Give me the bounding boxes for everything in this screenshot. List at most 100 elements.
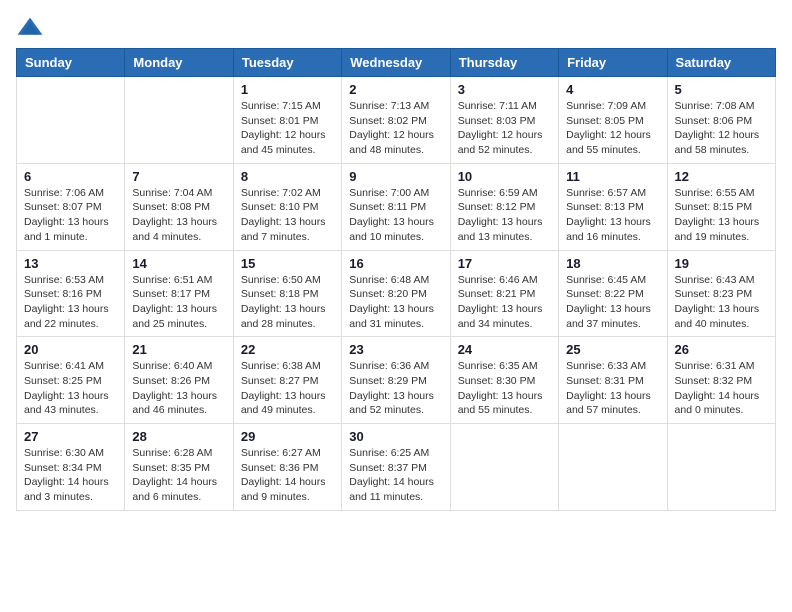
day-info: Sunrise: 7:02 AMSunset: 8:10 PMDaylight:… — [241, 186, 334, 245]
calendar-cell — [450, 424, 558, 511]
day-info: Sunrise: 6:30 AMSunset: 8:34 PMDaylight:… — [24, 446, 117, 505]
calendar-week-row: 1Sunrise: 7:15 AMSunset: 8:01 PMDaylight… — [17, 77, 776, 164]
day-info: Sunrise: 7:04 AMSunset: 8:08 PMDaylight:… — [132, 186, 225, 245]
day-number: 3 — [458, 82, 551, 97]
calendar-cell — [17, 77, 125, 164]
day-info: Sunrise: 6:36 AMSunset: 8:29 PMDaylight:… — [349, 359, 442, 418]
calendar-table: SundayMondayTuesdayWednesdayThursdayFrid… — [16, 48, 776, 511]
column-header-tuesday: Tuesday — [233, 49, 341, 77]
column-header-friday: Friday — [559, 49, 667, 77]
calendar-cell: 4 Sunrise: 7:09 AMSunset: 8:05 PMDaylight… — [559, 77, 667, 164]
day-number: 21 — [132, 342, 225, 357]
calendar-cell: 30 Sunrise: 6:25 AMSunset: 8:37 PMDayligh… — [342, 424, 450, 511]
day-number: 23 — [349, 342, 442, 357]
day-number: 13 — [24, 256, 117, 271]
calendar-cell: 26 Sunrise: 6:31 AMSunset: 8:32 PMDayligh… — [667, 337, 775, 424]
day-info: Sunrise: 6:33 AMSunset: 8:31 PMDaylight:… — [566, 359, 659, 418]
day-info: Sunrise: 6:38 AMSunset: 8:27 PMDaylight:… — [241, 359, 334, 418]
day-info: Sunrise: 6:46 AMSunset: 8:21 PMDaylight:… — [458, 273, 551, 332]
calendar-cell: 5 Sunrise: 7:08 AMSunset: 8:06 PMDaylight… — [667, 77, 775, 164]
calendar-cell — [125, 77, 233, 164]
calendar-cell: 1Sunrise: 7:15 AMSunset: 8:01 PMDaylight… — [233, 77, 341, 164]
column-header-sunday: Sunday — [17, 49, 125, 77]
calendar-cell: 24 Sunrise: 6:35 AMSunset: 8:30 PMDayligh… — [450, 337, 558, 424]
calendar-cell: 27 Sunrise: 6:30 AMSunset: 8:34 PMDayligh… — [17, 424, 125, 511]
calendar-cell: 29 Sunrise: 6:27 AMSunset: 8:36 PMDayligh… — [233, 424, 341, 511]
calendar-week-row: 20 Sunrise: 6:41 AMSunset: 8:25 PMDayligh… — [17, 337, 776, 424]
day-number: 2 — [349, 82, 442, 97]
day-info: Sunrise: 6:43 AMSunset: 8:23 PMDaylight:… — [675, 273, 768, 332]
day-info: Sunrise: 7:09 AMSunset: 8:05 PMDaylight:… — [566, 99, 659, 158]
column-header-wednesday: Wednesday — [342, 49, 450, 77]
day-info: Sunrise: 6:31 AMSunset: 8:32 PMDaylight:… — [675, 359, 768, 418]
calendar-week-row: 6 Sunrise: 7:06 AMSunset: 8:07 PMDaylight… — [17, 163, 776, 250]
calendar-cell: 19 Sunrise: 6:43 AMSunset: 8:23 PMDayligh… — [667, 250, 775, 337]
day-number: 14 — [132, 256, 225, 271]
day-info: Sunrise: 7:08 AMSunset: 8:06 PMDaylight:… — [675, 99, 768, 158]
day-number: 9 — [349, 169, 442, 184]
calendar-cell: 18 Sunrise: 6:45 AMSunset: 8:22 PMDayligh… — [559, 250, 667, 337]
day-info: Sunrise: 6:59 AMSunset: 8:12 PMDaylight:… — [458, 186, 551, 245]
calendar-cell: 7 Sunrise: 7:04 AMSunset: 8:08 PMDaylight… — [125, 163, 233, 250]
day-number: 12 — [675, 169, 768, 184]
day-number: 25 — [566, 342, 659, 357]
day-number: 4 — [566, 82, 659, 97]
calendar-header-row: SundayMondayTuesdayWednesdayThursdayFrid… — [17, 49, 776, 77]
calendar-cell: 21Sunrise: 6:40 AMSunset: 8:26 PMDayligh… — [125, 337, 233, 424]
calendar-cell: 14 Sunrise: 6:51 AMSunset: 8:17 PMDayligh… — [125, 250, 233, 337]
day-number: 10 — [458, 169, 551, 184]
calendar-cell: 17 Sunrise: 6:46 AMSunset: 8:21 PMDayligh… — [450, 250, 558, 337]
day-number: 26 — [675, 342, 768, 357]
calendar-week-row: 27 Sunrise: 6:30 AMSunset: 8:34 PMDayligh… — [17, 424, 776, 511]
day-info: Sunrise: 6:57 AMSunset: 8:13 PMDaylight:… — [566, 186, 659, 245]
day-number: 11 — [566, 169, 659, 184]
page-header — [16, 16, 776, 38]
logo-icon — [16, 16, 44, 38]
day-info: Sunrise: 6:27 AMSunset: 8:36 PMDaylight:… — [241, 446, 334, 505]
day-info: Sunrise: 7:00 AMSunset: 8:11 PMDaylight:… — [349, 186, 442, 245]
day-number: 28 — [132, 429, 225, 444]
calendar-week-row: 13Sunrise: 6:53 AMSunset: 8:16 PMDayligh… — [17, 250, 776, 337]
day-number: 27 — [24, 429, 117, 444]
calendar-cell: 12 Sunrise: 6:55 AMSunset: 8:15 PMDayligh… — [667, 163, 775, 250]
calendar-cell: 16 Sunrise: 6:48 AMSunset: 8:20 PMDayligh… — [342, 250, 450, 337]
calendar-cell: 23 Sunrise: 6:36 AMSunset: 8:29 PMDayligh… — [342, 337, 450, 424]
calendar-cell: 22 Sunrise: 6:38 AMSunset: 8:27 PMDayligh… — [233, 337, 341, 424]
column-header-monday: Monday — [125, 49, 233, 77]
day-info: Sunrise: 6:45 AMSunset: 8:22 PMDaylight:… — [566, 273, 659, 332]
calendar-cell: 10 Sunrise: 6:59 AMSunset: 8:12 PMDayligh… — [450, 163, 558, 250]
day-number: 8 — [241, 169, 334, 184]
day-info: Sunrise: 6:28 AMSunset: 8:35 PMDaylight:… — [132, 446, 225, 505]
calendar-cell: 11 Sunrise: 6:57 AMSunset: 8:13 PMDayligh… — [559, 163, 667, 250]
day-number: 24 — [458, 342, 551, 357]
day-number: 29 — [241, 429, 334, 444]
day-info: Sunrise: 7:06 AMSunset: 8:07 PMDaylight:… — [24, 186, 117, 245]
day-number: 20 — [24, 342, 117, 357]
day-number: 6 — [24, 169, 117, 184]
day-info: Sunrise: 6:55 AMSunset: 8:15 PMDaylight:… — [675, 186, 768, 245]
calendar-cell: 25 Sunrise: 6:33 AMSunset: 8:31 PMDayligh… — [559, 337, 667, 424]
calendar-cell — [559, 424, 667, 511]
day-info: Sunrise: 7:13 AMSunset: 8:02 PMDaylight:… — [349, 99, 442, 158]
day-info: Sunrise: 6:41 AMSunset: 8:25 PMDaylight:… — [24, 359, 117, 418]
calendar-cell: 2 Sunrise: 7:13 AMSunset: 8:02 PMDaylight… — [342, 77, 450, 164]
day-number: 7 — [132, 169, 225, 184]
day-info: Sunrise: 6:35 AMSunset: 8:30 PMDaylight:… — [458, 359, 551, 418]
day-info: Sunrise: 6:51 AMSunset: 8:17 PMDaylight:… — [132, 273, 225, 332]
day-info: Sunrise: 7:15 AMSunset: 8:01 PMDaylight:… — [241, 99, 334, 158]
calendar-cell: 3 Sunrise: 7:11 AMSunset: 8:03 PMDaylight… — [450, 77, 558, 164]
day-number: 16 — [349, 256, 442, 271]
day-number: 18 — [566, 256, 659, 271]
day-info: Sunrise: 6:25 AMSunset: 8:37 PMDaylight:… — [349, 446, 442, 505]
calendar-cell: 20 Sunrise: 6:41 AMSunset: 8:25 PMDayligh… — [17, 337, 125, 424]
day-info: Sunrise: 6:48 AMSunset: 8:20 PMDaylight:… — [349, 273, 442, 332]
day-number: 30 — [349, 429, 442, 444]
day-number: 22 — [241, 342, 334, 357]
day-number: 17 — [458, 256, 551, 271]
day-info: Sunrise: 7:11 AMSunset: 8:03 PMDaylight:… — [458, 99, 551, 158]
day-number: 5 — [675, 82, 768, 97]
day-number: 15 — [241, 256, 334, 271]
calendar-cell: 28 Sunrise: 6:28 AMSunset: 8:35 PMDayligh… — [125, 424, 233, 511]
day-number: 19 — [675, 256, 768, 271]
day-info: Sunrise: 6:50 AMSunset: 8:18 PMDaylight:… — [241, 273, 334, 332]
